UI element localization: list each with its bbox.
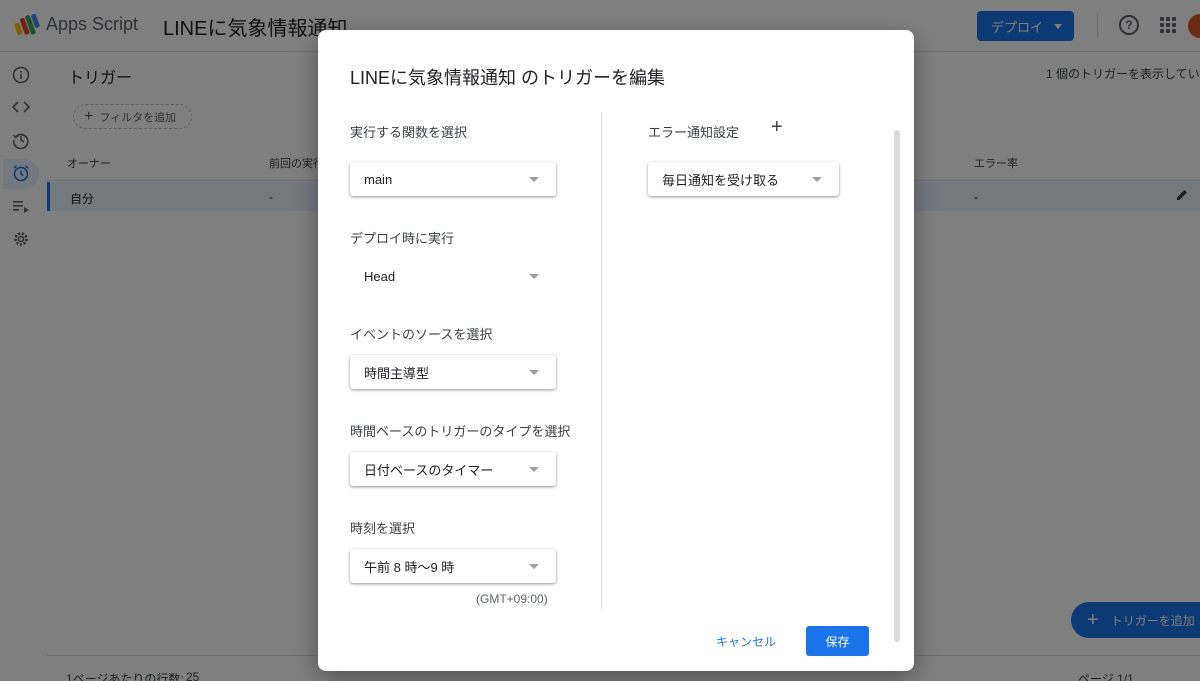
cancel-button[interactable]: キャンセル (710, 626, 782, 656)
save-button[interactable]: 保存 (806, 626, 869, 656)
function-select-value: main (364, 171, 393, 187)
time-label: 時刻を選択 (350, 521, 416, 536)
error-notify-select[interactable]: 毎日通知を受け取る (648, 162, 839, 196)
trigger-type-select[interactable]: 日付ベースのタイマー (350, 452, 556, 486)
cancel-button-label: キャンセル (715, 634, 776, 649)
trigger-type-select-value: 日付ベースのタイマー (364, 462, 494, 478)
error-notify-label: エラー通知設定 (648, 125, 740, 140)
dropdown-arrow-icon (529, 370, 539, 375)
deployment-select[interactable]: Head (350, 259, 556, 293)
timezone-label: (GMT+09:00) (476, 592, 548, 606)
event-source-select-value: 時間主導型 (364, 365, 430, 381)
dialog-scrollbar[interactable] (894, 130, 900, 642)
dialog-title: LINEに気象情報通知 のトリガーを編集 (350, 68, 666, 88)
deployment-label: デプロイ時に実行 (350, 231, 455, 246)
dropdown-arrow-icon (529, 274, 539, 279)
time-select[interactable]: 午前 8 時〜9 時 (350, 549, 556, 583)
error-notify-select-value: 毎日通知を受け取る (662, 172, 780, 188)
trigger-type-label: 時間ベースのトリガーのタイプを選択 (350, 424, 571, 439)
add-notification-icon[interactable]: + (771, 117, 783, 137)
column-divider (601, 112, 602, 609)
edit-trigger-dialog: LINEに気象情報通知 のトリガーを編集 実行する関数を選択 main デプロイ… (318, 30, 914, 671)
function-label: 実行する関数を選択 (350, 125, 468, 140)
dropdown-arrow-icon (812, 177, 822, 182)
function-select[interactable]: main (350, 162, 556, 196)
deployment-select-value: Head (364, 268, 396, 284)
dropdown-arrow-icon (529, 177, 539, 182)
event-source-select[interactable]: 時間主導型 (350, 355, 556, 389)
dropdown-arrow-icon (529, 467, 539, 472)
save-button-label: 保存 (825, 634, 850, 649)
event-source-label: イベントのソースを選択 (350, 327, 493, 342)
dropdown-arrow-icon (529, 564, 539, 569)
time-select-value: 午前 8 時〜9 時 (364, 559, 455, 575)
